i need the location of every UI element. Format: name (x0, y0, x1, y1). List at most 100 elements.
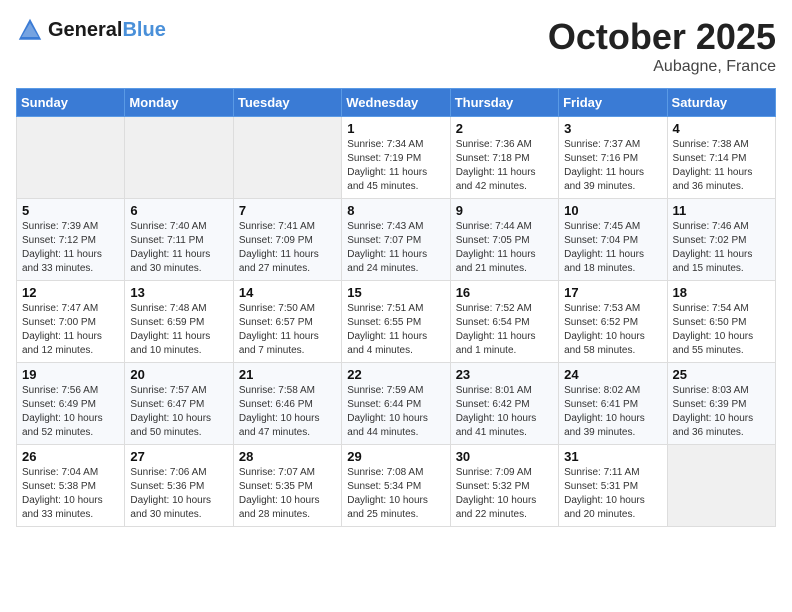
calendar-table: SundayMondayTuesdayWednesdayThursdayFrid… (16, 88, 776, 527)
day-info: Sunrise: 7:46 AM Sunset: 7:02 PM Dayligh… (673, 220, 770, 276)
calendar-week-row: 19Sunrise: 7:56 AM Sunset: 6:49 PM Dayli… (17, 363, 776, 445)
day-info: Sunrise: 7:34 AM Sunset: 7:19 PM Dayligh… (347, 138, 444, 194)
day-info: Sunrise: 7:51 AM Sunset: 6:55 PM Dayligh… (347, 302, 444, 358)
weekday-header: Sunday (17, 89, 125, 117)
month-title: October 2025 (548, 16, 776, 58)
calendar-header-row: SundayMondayTuesdayWednesdayThursdayFrid… (17, 89, 776, 117)
day-number: 5 (22, 203, 119, 218)
day-info: Sunrise: 7:08 AM Sunset: 5:34 PM Dayligh… (347, 466, 444, 522)
calendar-day-cell: 24Sunrise: 8:02 AM Sunset: 6:41 PM Dayli… (559, 363, 667, 445)
day-number: 9 (456, 203, 553, 218)
day-number: 26 (22, 449, 119, 464)
calendar-day-cell: 1 Sunrise: 7:34 AM Sunset: 7:19 PM Daylig… (342, 117, 450, 199)
day-info: Sunrise: 7:58 AM Sunset: 6:46 PM Dayligh… (239, 384, 336, 440)
calendar-day-cell: 8 Sunrise: 7:43 AM Sunset: 7:07 PM Daylig… (342, 199, 450, 281)
day-info: Sunrise: 7:52 AM Sunset: 6:54 PM Dayligh… (456, 302, 553, 358)
calendar-day-cell: 9 Sunrise: 7:44 AM Sunset: 7:05 PM Daylig… (450, 199, 558, 281)
day-info: Sunrise: 7:53 AM Sunset: 6:52 PM Dayligh… (564, 302, 661, 358)
day-info: Sunrise: 7:36 AM Sunset: 7:18 PM Dayligh… (456, 138, 553, 194)
day-info: Sunrise: 7:37 AM Sunset: 7:16 PM Dayligh… (564, 138, 661, 194)
day-info: Sunrise: 7:57 AM Sunset: 6:47 PM Dayligh… (130, 384, 227, 440)
day-info: Sunrise: 7:41 AM Sunset: 7:09 PM Dayligh… (239, 220, 336, 276)
weekday-header: Tuesday (233, 89, 341, 117)
calendar-day-cell (17, 117, 125, 199)
day-info: Sunrise: 7:56 AM Sunset: 6:49 PM Dayligh… (22, 384, 119, 440)
day-info: Sunrise: 7:04 AM Sunset: 5:38 PM Dayligh… (22, 466, 119, 522)
day-info: Sunrise: 7:44 AM Sunset: 7:05 PM Dayligh… (456, 220, 553, 276)
calendar-day-cell: 17 Sunrise: 7:53 AM Sunset: 6:52 PM Dayli… (559, 281, 667, 363)
day-number: 3 (564, 121, 661, 136)
day-number: 29 (347, 449, 444, 464)
calendar-day-cell: 19Sunrise: 7:56 AM Sunset: 6:49 PM Dayli… (17, 363, 125, 445)
calendar-day-cell: 12 Sunrise: 7:47 AM Sunset: 7:00 PM Dayli… (17, 281, 125, 363)
day-number: 17 (564, 285, 661, 300)
day-info: Sunrise: 7:47 AM Sunset: 7:00 PM Dayligh… (22, 302, 119, 358)
calendar-day-cell: 4 Sunrise: 7:38 AM Sunset: 7:14 PM Daylig… (667, 117, 775, 199)
day-number: 20 (130, 367, 227, 382)
day-number: 6 (130, 203, 227, 218)
day-info: Sunrise: 7:43 AM Sunset: 7:07 PM Dayligh… (347, 220, 444, 276)
calendar-day-cell: 28 Sunrise: 7:07 AM Sunset: 5:35 PM Dayli… (233, 445, 341, 527)
logo-icon (16, 16, 44, 44)
calendar-day-cell (667, 445, 775, 527)
calendar-day-cell: 23Sunrise: 8:01 AM Sunset: 6:42 PM Dayli… (450, 363, 558, 445)
day-info: Sunrise: 7:07 AM Sunset: 5:35 PM Dayligh… (239, 466, 336, 522)
day-number: 28 (239, 449, 336, 464)
calendar-day-cell: 10Sunrise: 7:45 AM Sunset: 7:04 PM Dayli… (559, 199, 667, 281)
calendar-day-cell: 29 Sunrise: 7:08 AM Sunset: 5:34 PM Dayli… (342, 445, 450, 527)
day-number: 12 (22, 285, 119, 300)
calendar-day-cell: 22Sunrise: 7:59 AM Sunset: 6:44 PM Dayli… (342, 363, 450, 445)
day-number: 23 (456, 367, 553, 382)
day-number: 15 (347, 285, 444, 300)
day-number: 7 (239, 203, 336, 218)
day-info: Sunrise: 7:11 AM Sunset: 5:31 PM Dayligh… (564, 466, 661, 522)
calendar-day-cell: 6 Sunrise: 7:40 AM Sunset: 7:11 PM Daylig… (125, 199, 233, 281)
day-info: Sunrise: 7:40 AM Sunset: 7:11 PM Dayligh… (130, 220, 227, 276)
day-info: Sunrise: 7:06 AM Sunset: 5:36 PM Dayligh… (130, 466, 227, 522)
day-number: 18 (673, 285, 770, 300)
day-number: 14 (239, 285, 336, 300)
calendar-day-cell (233, 117, 341, 199)
day-info: Sunrise: 7:48 AM Sunset: 6:59 PM Dayligh… (130, 302, 227, 358)
day-number: 21 (239, 367, 336, 382)
day-number: 16 (456, 285, 553, 300)
calendar-day-cell: 5 Sunrise: 7:39 AM Sunset: 7:12 PM Daylig… (17, 199, 125, 281)
calendar-week-row: 26 Sunrise: 7:04 AM Sunset: 5:38 PM Dayli… (17, 445, 776, 527)
calendar-day-cell: 20 Sunrise: 7:57 AM Sunset: 6:47 PM Dayli… (125, 363, 233, 445)
calendar-day-cell: 25Sunrise: 8:03 AM Sunset: 6:39 PM Dayli… (667, 363, 775, 445)
day-info: Sunrise: 7:59 AM Sunset: 6:44 PM Dayligh… (347, 384, 444, 440)
day-info: Sunrise: 7:54 AM Sunset: 6:50 PM Dayligh… (673, 302, 770, 358)
weekday-header: Monday (125, 89, 233, 117)
calendar-day-cell: 16 Sunrise: 7:52 AM Sunset: 6:54 PM Dayli… (450, 281, 558, 363)
day-number: 30 (456, 449, 553, 464)
calendar-week-row: 1 Sunrise: 7:34 AM Sunset: 7:19 PM Daylig… (17, 117, 776, 199)
calendar-day-cell: 14 Sunrise: 7:50 AM Sunset: 6:57 PM Dayli… (233, 281, 341, 363)
calendar-day-cell: 21 Sunrise: 7:58 AM Sunset: 6:46 PM Dayli… (233, 363, 341, 445)
day-number: 27 (130, 449, 227, 464)
calendar-day-cell: 31Sunrise: 7:11 AM Sunset: 5:31 PM Dayli… (559, 445, 667, 527)
calendar-day-cell: 30Sunrise: 7:09 AM Sunset: 5:32 PM Dayli… (450, 445, 558, 527)
calendar-day-cell: 18 Sunrise: 7:54 AM Sunset: 6:50 PM Dayli… (667, 281, 775, 363)
calendar-week-row: 12 Sunrise: 7:47 AM Sunset: 7:00 PM Dayli… (17, 281, 776, 363)
day-info: Sunrise: 7:38 AM Sunset: 7:14 PM Dayligh… (673, 138, 770, 194)
calendar-day-cell: 27 Sunrise: 7:06 AM Sunset: 5:36 PM Dayli… (125, 445, 233, 527)
weekday-header: Wednesday (342, 89, 450, 117)
title-block: October 2025 Aubagne, France (548, 16, 776, 76)
day-info: Sunrise: 7:39 AM Sunset: 7:12 PM Dayligh… (22, 220, 119, 276)
day-number: 2 (456, 121, 553, 136)
weekday-header: Saturday (667, 89, 775, 117)
day-number: 10 (564, 203, 661, 218)
logo: GeneralBlue (16, 16, 166, 44)
logo-blue: Blue (122, 19, 165, 41)
day-number: 1 (347, 121, 444, 136)
page-header: GeneralBlue October 2025 Aubagne, France (16, 16, 776, 76)
calendar-day-cell: 13 Sunrise: 7:48 AM Sunset: 6:59 PM Dayli… (125, 281, 233, 363)
day-number: 4 (673, 121, 770, 136)
day-number: 25 (673, 367, 770, 382)
day-number: 13 (130, 285, 227, 300)
calendar-day-cell (125, 117, 233, 199)
calendar-day-cell: 7 Sunrise: 7:41 AM Sunset: 7:09 PM Daylig… (233, 199, 341, 281)
weekday-header: Thursday (450, 89, 558, 117)
day-info: Sunrise: 7:50 AM Sunset: 6:57 PM Dayligh… (239, 302, 336, 358)
day-number: 8 (347, 203, 444, 218)
